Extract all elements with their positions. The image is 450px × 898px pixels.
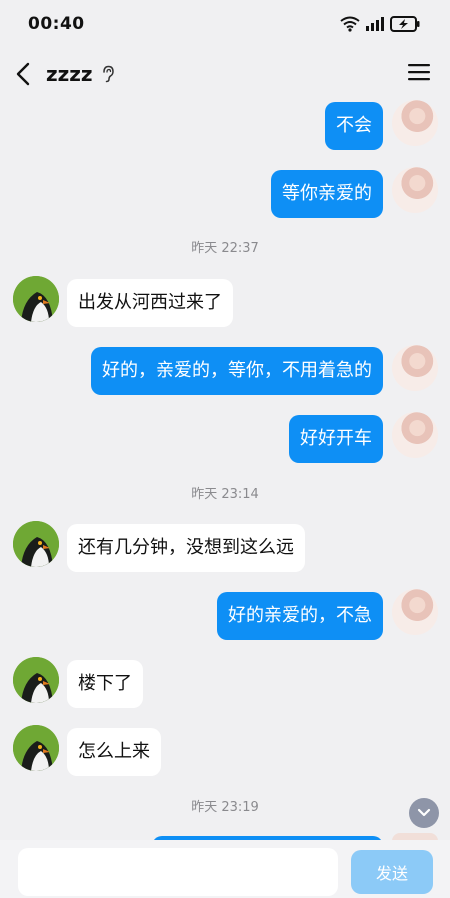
message-incoming: 楼下了 xyxy=(67,660,143,708)
timestamp-separator: 昨天 23:14 xyxy=(191,487,259,502)
message-outgoing: 好的亲爱的，不急 xyxy=(217,592,383,640)
message-incoming: 还有几分钟，没想到这么远 xyxy=(67,524,305,572)
timestamp-separator: 昨天 23:19 xyxy=(191,800,259,815)
message-outgoing: 好的，亲爱的，等你，不用着急的 xyxy=(91,347,383,395)
penguin-avatar-image xyxy=(13,657,59,703)
chevron-down-icon xyxy=(417,808,431,817)
message-incoming: 怎么上来 xyxy=(67,728,161,776)
message-list[interactable]: 不会 等你亲爱的 昨天 22:37 出发从河西过来了 好的，亲爱的，等你，不用着… xyxy=(0,0,450,898)
message-input[interactable] xyxy=(18,848,338,896)
message-bubble[interactable]: 等你亲爱的 xyxy=(271,170,383,218)
my-avatar[interactable] xyxy=(392,589,438,635)
message-incoming: 出发从河西过来了 xyxy=(67,279,233,327)
message-bubble[interactable]: 怎么上来 xyxy=(67,728,161,776)
my-avatar[interactable] xyxy=(392,412,438,458)
composer-bar: 发送 xyxy=(0,840,450,898)
contact-avatar[interactable] xyxy=(13,657,59,703)
message-bubble[interactable]: 好好开车 xyxy=(289,415,383,463)
message-bubble[interactable]: 不会 xyxy=(325,102,383,150)
penguin-avatar-image xyxy=(13,521,59,567)
message-outgoing: 好好开车 xyxy=(289,415,383,463)
message-bubble[interactable]: 楼下了 xyxy=(67,660,143,708)
penguin-avatar-image xyxy=(13,276,59,322)
penguin-avatar-image xyxy=(13,725,59,771)
message-bubble[interactable]: 还有几分钟，没想到这么远 xyxy=(67,524,305,572)
send-button[interactable]: 发送 xyxy=(351,850,433,894)
message-bubble[interactable]: 好的亲爱的，不急 xyxy=(217,592,383,640)
my-avatar[interactable] xyxy=(392,167,438,213)
message-outgoing: 不会 xyxy=(325,102,383,150)
message-bubble[interactable]: 出发从河西过来了 xyxy=(67,279,233,327)
my-avatar[interactable] xyxy=(392,345,438,391)
scroll-to-bottom-button[interactable] xyxy=(409,798,439,828)
message-outgoing: 等你亲爱的 xyxy=(271,170,383,218)
my-avatar[interactable] xyxy=(392,100,438,146)
contact-avatar[interactable] xyxy=(13,521,59,567)
message-bubble[interactable]: 好的，亲爱的，等你，不用着急的 xyxy=(91,347,383,395)
timestamp-separator: 昨天 22:37 xyxy=(191,241,259,256)
contact-avatar[interactable] xyxy=(13,276,59,322)
contact-avatar[interactable] xyxy=(13,725,59,771)
